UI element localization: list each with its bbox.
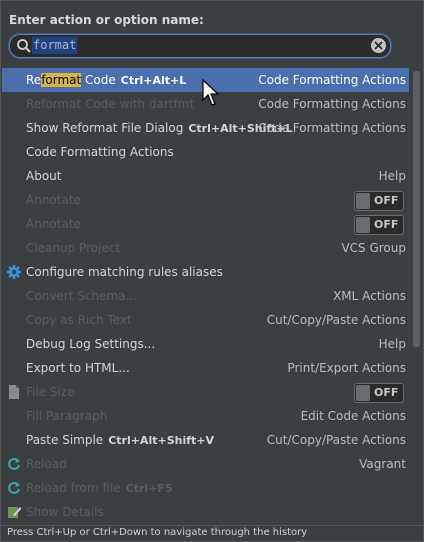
action-group: Vagrant [359, 457, 406, 471]
toggle-knob [356, 217, 370, 233]
action-name: Copy as Rich Text [26, 313, 132, 327]
action-name: Reformat Code with dartfmt [26, 97, 195, 111]
action-list-item: Convert Schema... XML Actions [2, 284, 409, 308]
action-list: Reformat Code Ctrl+Alt+L Code Formatting A… [2, 68, 409, 524]
search-box[interactable]: format [9, 34, 391, 58]
action-group: Cut/Copy/Paste Actions [266, 313, 406, 327]
scrollbar-thumb[interactable] [413, 71, 420, 347]
action-group: Code Formatting Actions [258, 73, 406, 87]
action-name: Debug Log Settings... [26, 337, 156, 351]
action-list-item[interactable]: Configure matching rules aliases [2, 260, 409, 284]
action-list-item: Fill Paragraph Edit Code Actions [2, 404, 409, 428]
off-toggle[interactable]: OFF [354, 383, 404, 403]
action-list-item: Reload Vagrant [2, 452, 409, 476]
action-group: Print/Export Actions [287, 361, 406, 375]
action-list-item[interactable]: Code Formatting Actions [2, 140, 409, 164]
match-highlight: format [41, 73, 82, 87]
action-name: Reload [26, 457, 67, 471]
action-list-item: Annotate OFF [2, 188, 409, 212]
action-name: Export to HTML... [26, 361, 130, 375]
action-name: Reload from file Ctrl+F5 [26, 481, 173, 495]
action-name: Reformat Code Ctrl+Alt+L [26, 73, 187, 87]
action-list-item: Reload from file Ctrl+F5 [2, 476, 409, 500]
action-name: About [26, 169, 62, 183]
shortcut-label: Ctrl+Alt+L [120, 74, 187, 87]
action-name: Configure matching rules aliases [26, 265, 223, 279]
action-list-item[interactable]: Export to HTML... Print/Export Actions [2, 356, 409, 380]
action-list-item[interactable]: Debug Log Settings... Help [2, 332, 409, 356]
action-list-item: Cleanup Project VCS Group [2, 236, 409, 260]
action-name: Paste Simple Ctrl+Alt+Shift+V [26, 433, 214, 447]
off-toggle[interactable]: OFF [354, 215, 404, 235]
action-name: File Size [26, 385, 75, 399]
action-group: VCS Group [341, 241, 406, 255]
action-group: Code Formatting Actions [258, 121, 406, 135]
off-toggle[interactable]: OFF [354, 191, 404, 211]
file-icon [9, 385, 19, 399]
action-name: Cleanup Project [26, 241, 121, 255]
gear-icon [7, 265, 21, 279]
action-group: Edit Code Actions [300, 409, 406, 423]
action-group: Cut/Copy/Paste Actions [266, 433, 406, 447]
action-name: Show Reformat File Dialog Ctrl+Alt+Shift+… [26, 121, 293, 135]
toggle-label: OFF [374, 386, 399, 399]
action-name: Show Details [26, 505, 104, 519]
toggle-knob [356, 193, 370, 209]
reload-icon [8, 481, 20, 494]
edit-icon [8, 507, 22, 518]
clear-icon[interactable] [371, 38, 386, 53]
action-group: Code Formatting Actions [258, 97, 406, 111]
action-group: XML Actions [333, 289, 406, 303]
action-name: Code Formatting Actions [26, 145, 174, 159]
action-list-item[interactable]: Show Reformat File Dialog Ctrl+Alt+Shift+… [2, 116, 409, 140]
search-input[interactable]: format [32, 37, 78, 54]
action-name: Fill Paragraph [26, 409, 108, 423]
action-name: Annotate [26, 193, 81, 207]
action-list-item: Annotate OFF [2, 212, 409, 236]
reload-icon [8, 457, 20, 470]
action-group: Help [378, 169, 406, 183]
toggle-knob [356, 385, 370, 401]
action-list-item: Copy as Rich Text Cut/Copy/Paste Actions [2, 308, 409, 332]
shortcut-label: Ctrl+F5 [125, 482, 173, 495]
action-list-item[interactable]: Paste Simple Ctrl+Alt+Shift+V Cut/Copy/Pas… [2, 428, 409, 452]
shortcut-label: Ctrl+Alt+Shift+V [108, 434, 214, 447]
toggle-label: OFF [374, 218, 399, 231]
scrollbar[interactable] [411, 68, 421, 524]
hint-bar: Press Ctrl+Up or Ctrl+Down to navigate t… [1, 525, 423, 541]
action-list-item: File Size OFF [2, 380, 409, 404]
action-list-item: Show Details [2, 500, 409, 524]
search-icon [17, 39, 31, 53]
hint-text: Press Ctrl+Up or Ctrl+Down to navigate t… [7, 527, 308, 538]
action-list-item[interactable]: About Help [2, 164, 409, 188]
prompt-label: Enter action or option name: [9, 13, 204, 27]
mouse-cursor-icon [202, 79, 220, 106]
action-group: Help [378, 337, 406, 351]
toggle-label: OFF [374, 194, 399, 207]
action-name: Convert Schema... [26, 289, 137, 303]
action-name: Annotate [26, 217, 81, 231]
